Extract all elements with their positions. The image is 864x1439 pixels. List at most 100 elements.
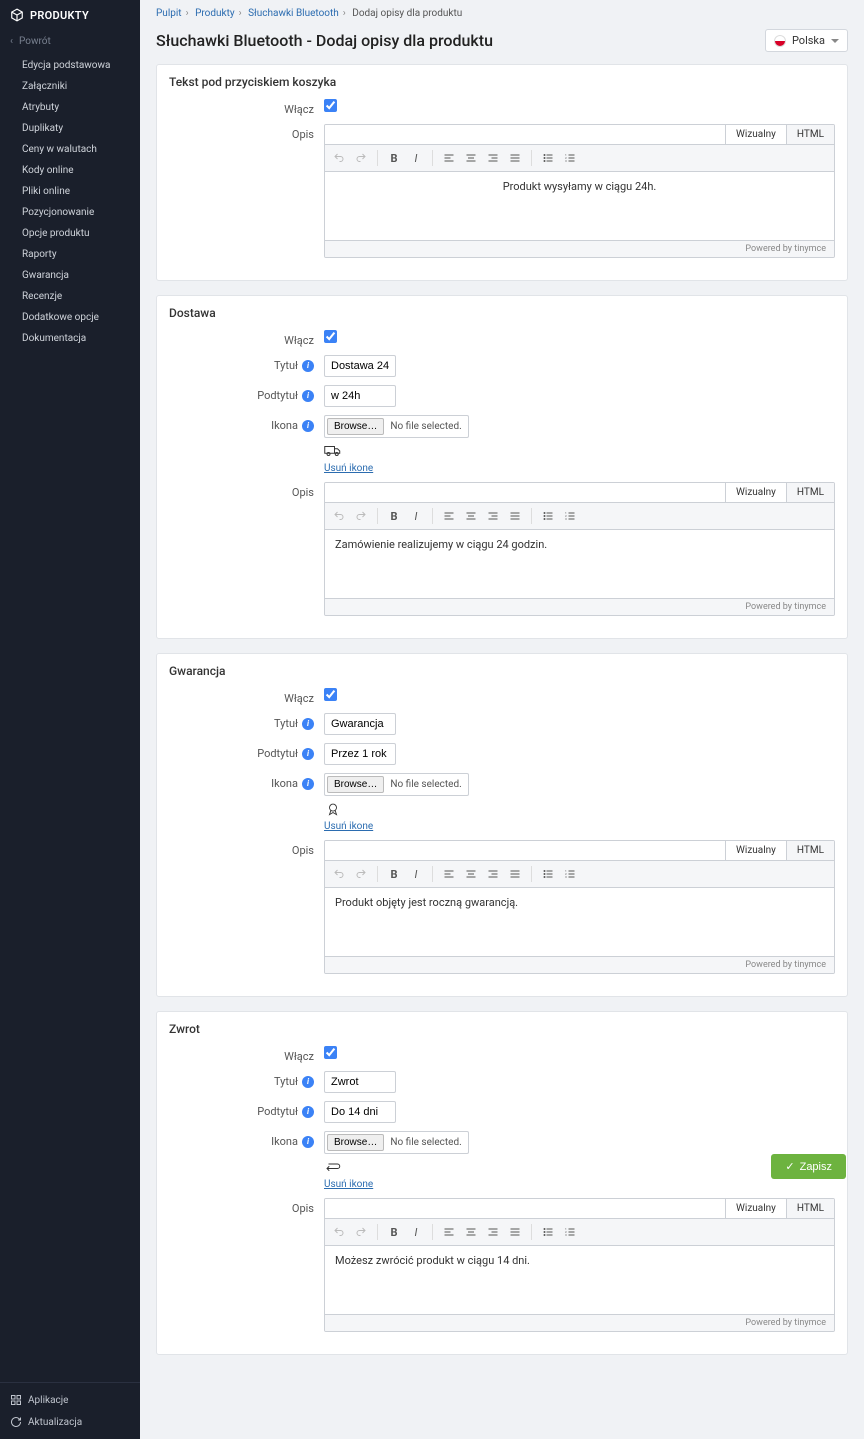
bullet-list-button[interactable] — [538, 1222, 558, 1242]
breadcrumb-link[interactable]: Produkty — [195, 8, 235, 19]
language-select[interactable]: Polska — [765, 29, 848, 52]
info-icon[interactable]: i — [302, 778, 314, 790]
align-center-button[interactable] — [461, 1222, 481, 1242]
file-input[interactable]: Browse… No file selected. — [324, 773, 469, 796]
enable-checkbox[interactable] — [324, 99, 337, 112]
info-icon[interactable]: i — [302, 718, 314, 730]
editor-body[interactable]: Produkt objęty jest roczną gwarancją. — [325, 888, 834, 956]
nav-item[interactable]: Załączniki — [0, 76, 140, 97]
align-left-button[interactable] — [439, 864, 459, 884]
italic-button[interactable]: I — [406, 506, 426, 526]
undo-button[interactable] — [329, 1222, 349, 1242]
footer-update[interactable]: Aktualizacja — [0, 1411, 140, 1433]
align-justify-button[interactable] — [505, 1222, 525, 1242]
align-justify-button[interactable] — [505, 506, 525, 526]
align-center-button[interactable] — [461, 506, 481, 526]
footer-apps[interactable]: Aplikacje — [0, 1389, 140, 1411]
nav-item[interactable]: Pliki online — [0, 181, 140, 202]
info-icon[interactable]: i — [302, 1106, 314, 1118]
nav-item[interactable]: Duplikaty — [0, 118, 140, 139]
align-right-button[interactable] — [483, 148, 503, 168]
align-left-button[interactable] — [439, 506, 459, 526]
nav-item[interactable]: Raporty — [0, 244, 140, 265]
remove-icon-link[interactable]: Usuń ikone — [324, 463, 373, 474]
bullet-list-button[interactable] — [538, 148, 558, 168]
info-icon[interactable]: i — [302, 360, 314, 372]
undo-button[interactable] — [329, 506, 349, 526]
title-input[interactable] — [324, 713, 396, 735]
enable-checkbox[interactable] — [324, 688, 337, 701]
nav-item[interactable]: Ceny w walutach — [0, 139, 140, 160]
breadcrumb-link[interactable]: Słuchawki Bluetooth — [248, 8, 339, 19]
editor-body[interactable]: Możesz zwrócić produkt w ciągu 14 dni. — [325, 1246, 834, 1314]
number-list-button[interactable]: 123 — [560, 506, 580, 526]
redo-button[interactable] — [351, 506, 371, 526]
editor-body[interactable]: Produkt wysyłamy w ciągu 24h. — [325, 172, 834, 240]
breadcrumb-link[interactable]: Pulpit — [156, 8, 182, 19]
info-icon[interactable]: i — [302, 420, 314, 432]
nav-item[interactable]: Dokumentacja — [0, 328, 140, 349]
number-list-button[interactable]: 123 — [560, 148, 580, 168]
bullet-list-button[interactable] — [538, 864, 558, 884]
info-icon[interactable]: i — [302, 390, 314, 402]
align-center-button[interactable] — [461, 148, 481, 168]
nav-item[interactable]: Opcje produktu — [0, 223, 140, 244]
nav-item[interactable]: Dodatkowe opcje — [0, 307, 140, 328]
nav-item[interactable]: Atrybuty — [0, 97, 140, 118]
remove-icon-link[interactable]: Usuń ikone — [324, 1179, 373, 1190]
nav-item[interactable]: Recenzje — [0, 286, 140, 307]
align-justify-button[interactable] — [505, 864, 525, 884]
tab-visual[interactable]: Wizualny — [725, 125, 786, 144]
bold-button[interactable]: B — [384, 506, 404, 526]
italic-button[interactable]: I — [406, 1222, 426, 1242]
subtitle-input[interactable] — [324, 385, 396, 407]
bullet-list-button[interactable] — [538, 506, 558, 526]
redo-button[interactable] — [351, 864, 371, 884]
align-right-button[interactable] — [483, 506, 503, 526]
enable-checkbox[interactable] — [324, 330, 337, 343]
tab-html[interactable]: HTML — [786, 1199, 834, 1218]
bold-button[interactable]: B — [384, 864, 404, 884]
redo-button[interactable] — [351, 1222, 371, 1242]
browse-button[interactable]: Browse… — [327, 1134, 384, 1151]
align-justify-button[interactable] — [505, 148, 525, 168]
enable-checkbox[interactable] — [324, 1046, 337, 1059]
bold-button[interactable]: B — [384, 1222, 404, 1242]
tab-html[interactable]: HTML — [786, 125, 834, 144]
file-input[interactable]: Browse… No file selected. — [324, 1131, 469, 1154]
remove-icon-link[interactable]: Usuń ikone — [324, 821, 373, 832]
align-left-button[interactable] — [439, 148, 459, 168]
align-right-button[interactable] — [483, 864, 503, 884]
info-icon[interactable]: i — [302, 1076, 314, 1088]
undo-button[interactable] — [329, 148, 349, 168]
italic-button[interactable]: I — [406, 864, 426, 884]
info-icon[interactable]: i — [302, 1136, 314, 1148]
browse-button[interactable]: Browse… — [327, 776, 384, 793]
nav-item[interactable]: Edycja podstawowa — [0, 55, 140, 76]
file-input[interactable]: Browse… No file selected. — [324, 415, 469, 438]
title-input[interactable] — [324, 355, 396, 377]
browse-button[interactable]: Browse… — [327, 418, 384, 435]
number-list-button[interactable]: 123 — [560, 1222, 580, 1242]
tab-html[interactable]: HTML — [786, 483, 834, 502]
editor-body[interactable]: Zamówienie realizujemy w ciągu 24 godzin… — [325, 530, 834, 598]
number-list-button[interactable]: 123 — [560, 864, 580, 884]
subtitle-input[interactable] — [324, 743, 396, 765]
save-button[interactable]: ✓ Zapisz — [771, 1154, 846, 1179]
tab-visual[interactable]: Wizualny — [725, 1199, 786, 1218]
sidebar-back[interactable]: ‹ Powrót — [0, 30, 140, 53]
tab-html[interactable]: HTML — [786, 841, 834, 860]
info-icon[interactable]: i — [302, 748, 314, 760]
bold-button[interactable]: B — [384, 148, 404, 168]
nav-item[interactable]: Gwarancja — [0, 265, 140, 286]
undo-button[interactable] — [329, 864, 349, 884]
redo-button[interactable] — [351, 148, 371, 168]
align-left-button[interactable] — [439, 1222, 459, 1242]
nav-item[interactable]: Kody online — [0, 160, 140, 181]
tab-visual[interactable]: Wizualny — [725, 483, 786, 502]
align-right-button[interactable] — [483, 1222, 503, 1242]
subtitle-input[interactable] — [324, 1101, 396, 1123]
italic-button[interactable]: I — [406, 148, 426, 168]
nav-item[interactable]: Pozycjonowanie — [0, 202, 140, 223]
title-input[interactable] — [324, 1071, 396, 1093]
